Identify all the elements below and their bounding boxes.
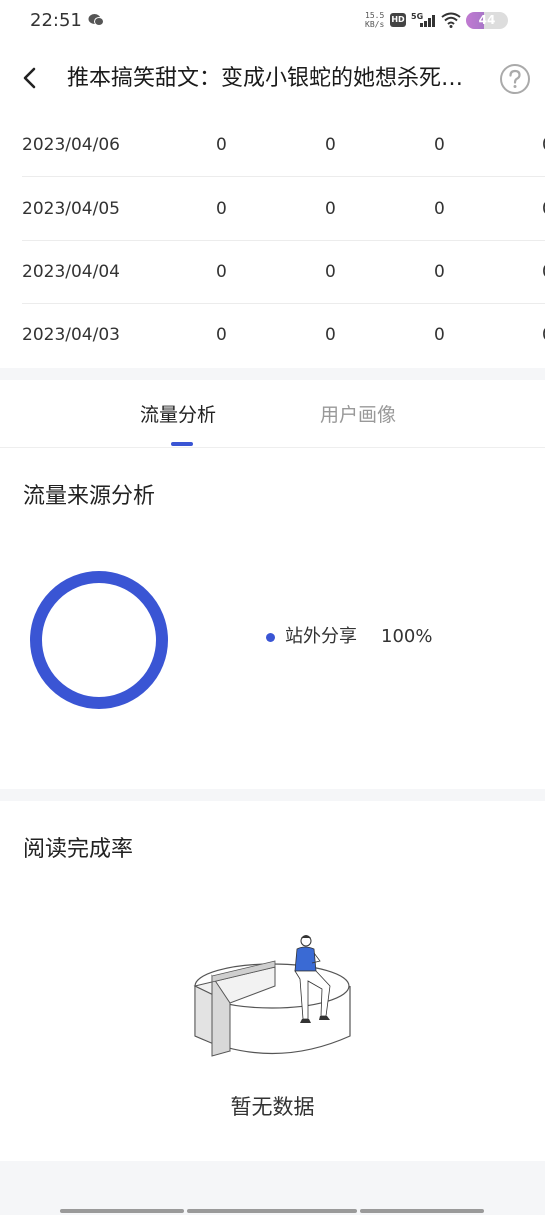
row-date: 2023/04/06 bbox=[22, 135, 120, 155]
row-value: 0 bbox=[434, 199, 445, 219]
network-label: 5G bbox=[411, 12, 423, 21]
navigation-bar: 推本搞笑甜文：变成小银蛇的她想杀死男主 bbox=[0, 44, 545, 114]
legend-dot bbox=[266, 633, 275, 642]
wifi-icon bbox=[441, 12, 461, 28]
analysis-card: 流量分析 用户画像 流量来源分析 站外分享 100% bbox=[0, 380, 545, 789]
gesture-bar[interactable] bbox=[360, 1209, 484, 1213]
active-tab-indicator bbox=[171, 442, 193, 446]
wechat-icon bbox=[88, 14, 104, 26]
hd-icon: HD bbox=[390, 13, 406, 27]
row-value: 0 bbox=[325, 135, 336, 155]
row-value: 0 bbox=[216, 262, 227, 282]
legend-label: 站外分享 bbox=[285, 626, 357, 647]
signal-icon: 5G bbox=[411, 12, 435, 27]
daily-data-table: 2023/04/06 0 0 0 0 2023/04/05 0 0 0 0 20… bbox=[0, 114, 545, 368]
network-speed-unit: KB/s bbox=[365, 20, 385, 29]
donut-slice bbox=[30, 571, 168, 709]
row-value: 0 bbox=[216, 199, 227, 219]
row-value: 0 bbox=[325, 262, 336, 282]
page-title: 推本搞笑甜文：变成小银蛇的她想杀死男主 bbox=[67, 66, 482, 91]
row-value: 0 bbox=[216, 135, 227, 155]
empty-state-illustration bbox=[193, 935, 351, 1057]
battery-level: 44 bbox=[478, 13, 496, 27]
table-row: 2023/04/04 0 0 0 0 bbox=[22, 241, 545, 304]
row-date: 2023/04/05 bbox=[22, 199, 120, 219]
back-icon[interactable] bbox=[20, 66, 40, 90]
row-date: 2023/04/04 bbox=[22, 262, 120, 282]
row-value: 0 bbox=[434, 325, 445, 345]
empty-state-text: 暂无数据 bbox=[230, 1095, 315, 1119]
network-speed: 15.5 KB/s bbox=[365, 11, 384, 29]
bottom-area bbox=[0, 1161, 545, 1215]
tab-user-profile[interactable]: 用户画像 bbox=[320, 400, 396, 427]
help-icon[interactable] bbox=[499, 63, 531, 95]
status-time: 22:51 bbox=[30, 10, 82, 31]
reading-completion-card: 阅读完成率 暂无数据 bbox=[0, 801, 545, 1161]
status-bar: 22:51 15.5 KB/s HD 5G 44 bbox=[0, 0, 545, 44]
row-value: 0 bbox=[434, 262, 445, 282]
reading-completion-title: 阅读完成率 bbox=[23, 837, 134, 862]
row-value: 0 bbox=[216, 325, 227, 345]
table-row: 2023/04/05 0 0 0 0 bbox=[22, 178, 545, 241]
traffic-source-title: 流量来源分析 bbox=[23, 484, 156, 509]
table-row: 2023/04/06 0 0 0 0 bbox=[22, 114, 545, 177]
traffic-source-donut-chart bbox=[30, 571, 168, 709]
gesture-bar[interactable] bbox=[187, 1209, 357, 1213]
gesture-bar[interactable] bbox=[60, 1209, 184, 1213]
legend-percent: 100% bbox=[381, 626, 433, 647]
row-date: 2023/04/03 bbox=[22, 325, 120, 345]
tab-traffic-analysis[interactable]: 流量分析 bbox=[140, 400, 216, 427]
row-value: 0 bbox=[325, 325, 336, 345]
network-speed-value: 15.5 bbox=[365, 11, 385, 20]
battery-icon: 44 bbox=[466, 12, 508, 29]
table-row: 2023/04/03 0 0 0 0 bbox=[22, 304, 545, 367]
row-value: 0 bbox=[434, 135, 445, 155]
row-value: 0 bbox=[325, 199, 336, 219]
analysis-tabs: 流量分析 用户画像 bbox=[0, 380, 545, 448]
